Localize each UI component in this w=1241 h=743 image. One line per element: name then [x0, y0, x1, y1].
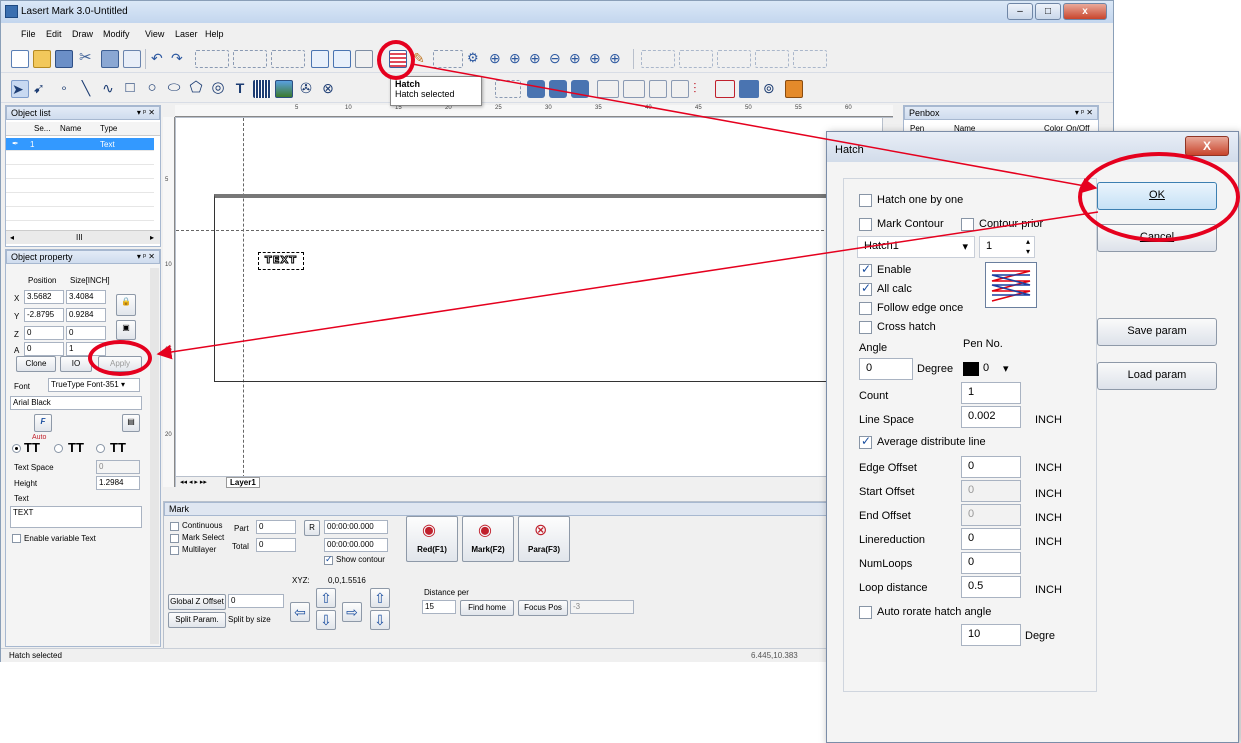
annotation-arrows	[156, 63, 1099, 360]
arrow-hatch-to-ok	[411, 63, 1098, 193]
arrow-ok-to-apply	[156, 211, 1099, 360]
